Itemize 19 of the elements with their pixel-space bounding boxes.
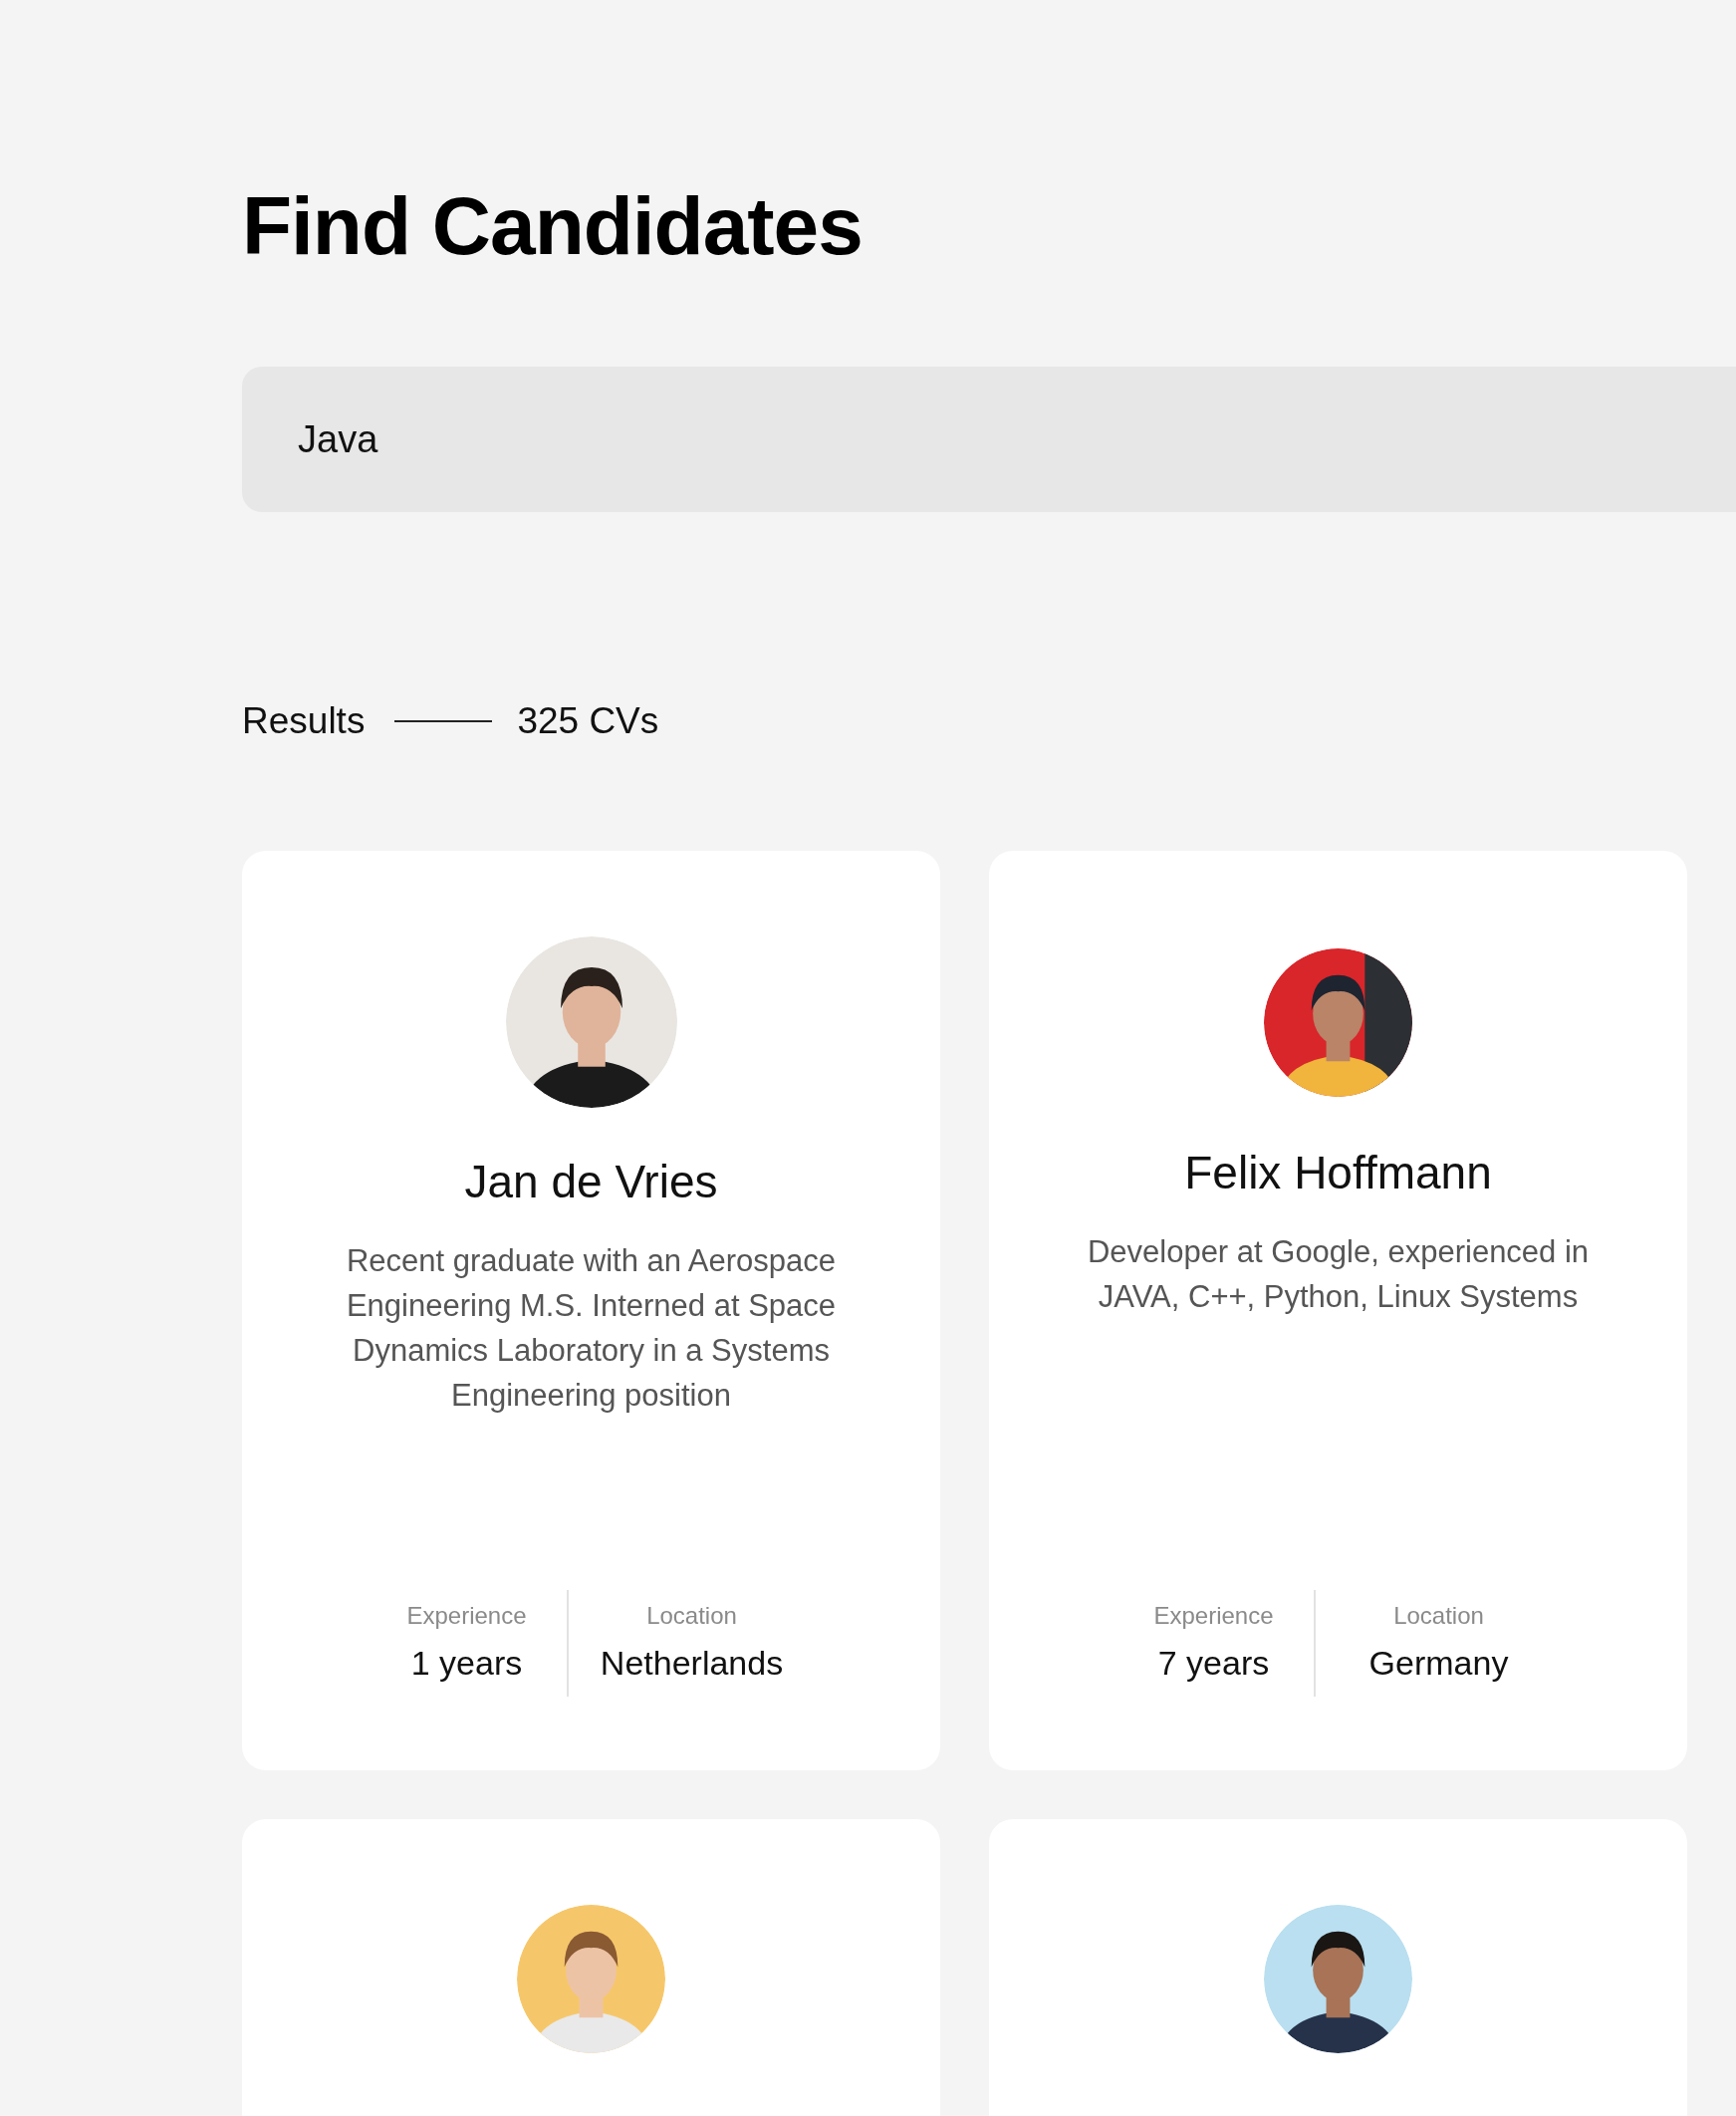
stat-value: Netherlands [600,1642,784,1684]
results-count: 325 CVs [517,699,659,743]
candidate-card[interactable]: Jan de Vries Recent graduate with an Aerospace Engineering M.S. Interned at Space Dynamics Laboratory in a Systems Engineering position Experience 1 years Location Netherlands [242,850,940,1770]
stat-value: 7 years [1157,1642,1270,1684]
candidate-card[interactable]: Felix Hoffmann Developer at Google, experienced in JAVA, C++, Python, Linux Systems Experience 7 years Location Germany [989,850,1687,1770]
search-field[interactable]: Java [242,367,1736,512]
stat-label: Experience [1153,1600,1274,1631]
candidate-card[interactable] [989,1818,1687,2116]
candidate-summary: Developer at Google, experienced in JAVA, C++, Python, Linux Systems [1086,1232,1591,1316]
candidate-name: Felix Hoffmann [1184,1145,1492,1200]
candidate-name: Jan de Vries [464,1154,718,1209]
candidate-summary: Recent graduate with an Aerospace Engineering M.S. Interned at Space Dynamics Laboratory in a Systems Engineering position [345,1241,838,1415]
stat-value: Germany [1368,1642,1509,1684]
stat-value: 1 years [410,1642,523,1684]
stat-label: Experience [406,1600,527,1631]
stat-label: Location [646,1600,737,1631]
results-label: Results [242,699,366,743]
page-title: Find Candidates [242,185,864,267]
stat-label: Location [1393,1600,1484,1631]
